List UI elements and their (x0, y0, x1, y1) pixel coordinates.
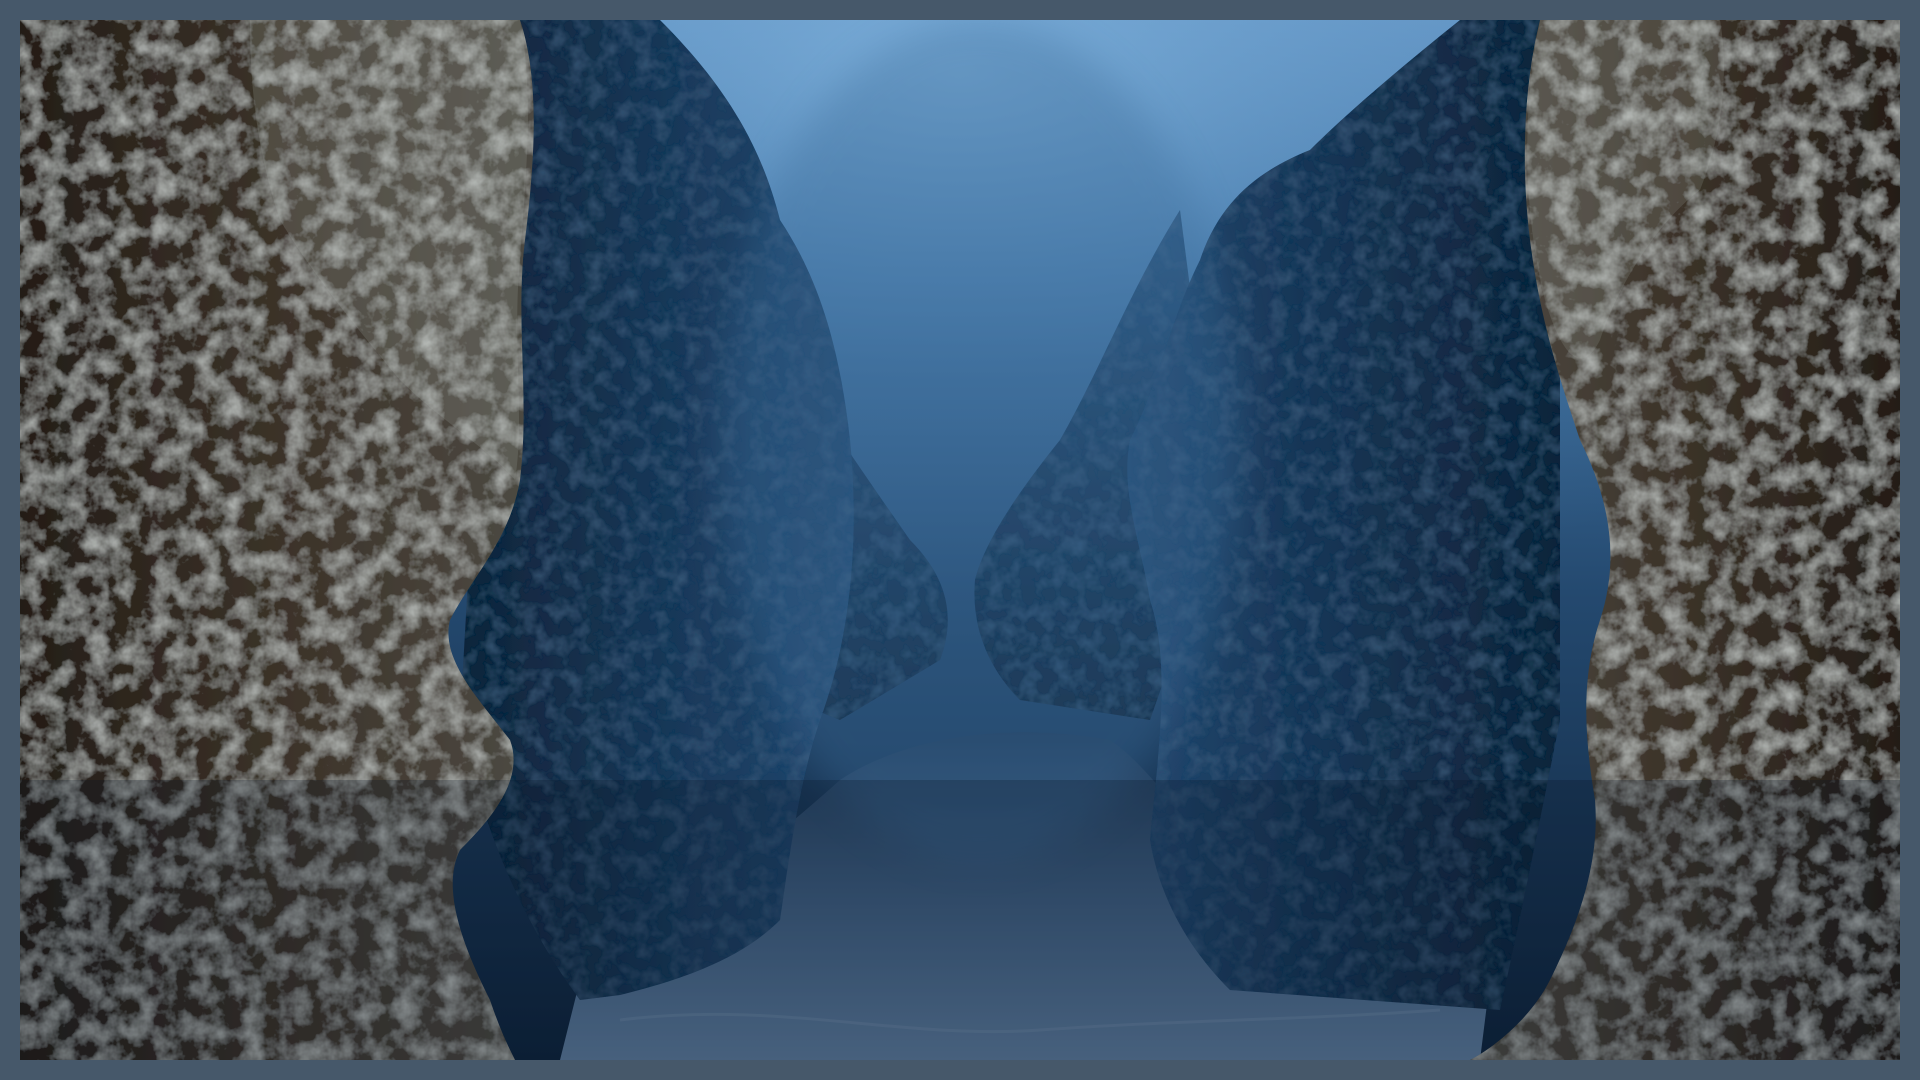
fog-center (720, 20, 1240, 860)
vignette-bottom (20, 780, 1900, 1060)
image-frame (0, 0, 1920, 1080)
scene-viewport (20, 20, 1900, 1060)
underwater-canyon-scene (20, 20, 1900, 1060)
